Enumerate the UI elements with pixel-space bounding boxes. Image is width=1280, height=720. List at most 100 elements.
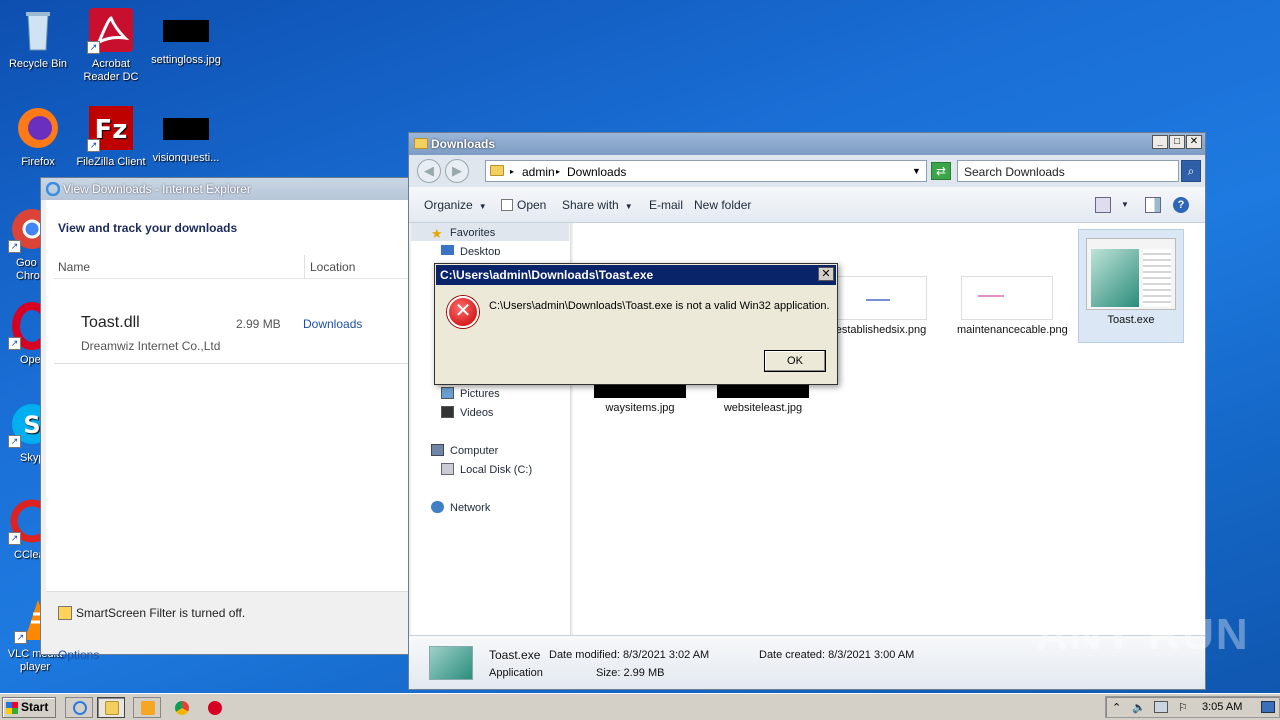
taskbar-media-player-button[interactable] <box>133 697 161 718</box>
email-button[interactable]: E-mail <box>649 198 683 212</box>
file-item[interactable]: maintenancecable.png <box>957 276 1068 336</box>
nav-computer[interactable]: Computer <box>431 444 498 457</box>
ok-button[interactable]: OK <box>764 350 826 372</box>
recycle-bin-icon <box>14 6 62 54</box>
search-input[interactable]: Search Downloads <box>957 160 1179 182</box>
action-center-flag-icon[interactable]: ⚐ <box>1178 701 1188 714</box>
file-name: websiteleast.jpg <box>723 402 803 414</box>
desktop-icon-firefox[interactable]: Firefox <box>0 104 76 169</box>
download-file-name: Toast.dll <box>81 314 140 331</box>
desktop-icon-settingloss[interactable]: settingloss.jpg <box>148 6 224 67</box>
chevron-down-icon[interactable]: ▼ <box>1121 200 1129 209</box>
folder-icon <box>414 138 428 149</box>
file-name: maintenancecable.png <box>957 324 1068 336</box>
preview-pane-icon[interactable] <box>1145 197 1161 213</box>
download-location-link[interactable]: Downloads <box>303 317 362 331</box>
error-dialog-title-bar[interactable]: C:\Users\admin\Downloads\Toast.exe ✕ <box>436 265 836 285</box>
desktop-icon-label: Recycle Bin <box>8 58 68 70</box>
back-button[interactable]: ◀ <box>417 159 441 183</box>
forward-button[interactable]: ▶ <box>445 159 469 183</box>
organize-button[interactable]: Organize ▼ <box>424 198 487 212</box>
nav-pictures[interactable]: Pictures <box>441 387 500 400</box>
nav-network[interactable]: Network <box>431 501 490 514</box>
desktop-icon-acrobat[interactable]: ↗ Acrobat Reader DC <box>73 6 149 84</box>
column-divider[interactable] <box>304 255 305 279</box>
image-thumbnail <box>835 276 927 320</box>
desktop-icon-chrome[interactable]: ↗ Goo Chro <box>0 205 40 283</box>
maximize-button[interactable]: □ <box>1169 135 1185 149</box>
clock[interactable]: 3:05 AM <box>1202 701 1242 713</box>
network-icon[interactable] <box>1154 701 1168 713</box>
shortcut-arrow-icon: ↗ <box>8 240 21 253</box>
acrobat-icon: ↗ <box>87 6 135 54</box>
open-button[interactable]: Open <box>501 198 546 212</box>
desktop-icon-recycle-bin[interactable]: Recycle Bin <box>0 6 76 71</box>
explorer-title-bar[interactable]: Downloads _ □ ✕ <box>409 133 1205 155</box>
details-file-name: Toast.exe <box>489 648 541 662</box>
pictures-icon <box>441 387 454 399</box>
filezilla-icon: Fz ↗ <box>87 104 135 152</box>
desktop-icon-opera[interactable]: ↗ Ope <box>0 302 40 367</box>
breadcrumb-admin[interactable]: admin <box>522 165 555 179</box>
desktop-icon-filezilla[interactable]: Fz ↗ FileZilla Client <box>73 104 149 169</box>
options-link[interactable]: Options <box>58 648 99 662</box>
view-icon[interactable] <box>1095 197 1111 213</box>
chevron-right-icon[interactable]: ▸ <box>510 167 514 176</box>
ie-icon <box>46 182 60 196</box>
volume-icon[interactable]: 🔈 <box>1132 701 1146 714</box>
column-location[interactable]: Location <box>310 260 355 274</box>
address-bar[interactable]: ▸ admin ▸ Downloads ▼ <box>485 160 927 182</box>
details-file-type: Application <box>489 667 543 679</box>
nav-desktop[interactable]: Desktop <box>441 245 500 255</box>
close-button[interactable]: ✕ <box>818 267 834 281</box>
opera-icon: ↗ <box>8 302 40 350</box>
ie-footer: SmartScreen Filter is turned off. Option… <box>46 591 411 662</box>
ie-title-bar[interactable]: View Downloads - Internet Explorer <box>41 178 411 200</box>
desktop-icon-visionquesti[interactable]: visionquesti... <box>148 104 224 165</box>
share-with-button[interactable]: Share with ▼ <box>562 198 633 212</box>
minimize-button[interactable]: _ <box>1152 135 1168 149</box>
image-thumbnail <box>163 20 209 42</box>
file-item-selected[interactable]: Toast.exe <box>1078 229 1184 343</box>
shortcut-arrow-icon: ↗ <box>8 337 21 350</box>
media-player-icon <box>141 701 155 715</box>
opera-icon <box>208 701 222 715</box>
taskbar-ie-button[interactable] <box>65 697 93 718</box>
nav-local-disk[interactable]: Local Disk (C:) <box>441 463 532 476</box>
desktop-icon-ccleaner[interactable]: ↗ CClea <box>0 497 40 562</box>
ccleaner-icon: ↗ <box>8 497 40 545</box>
nav-videos[interactable]: Videos <box>441 406 493 419</box>
error-dialog-title: C:\Users\admin\Downloads\Toast.exe <box>440 268 654 282</box>
desktop-icon-label: Goo Chro <box>16 257 40 282</box>
shortcut-arrow-icon: ↗ <box>8 435 21 448</box>
download-file-size: 2.99 MB <box>236 317 281 331</box>
refresh-button[interactable]: ⇄ <box>931 162 951 180</box>
close-button[interactable]: ✕ <box>1186 135 1202 149</box>
details-size: Size: 2.99 MB <box>596 667 665 679</box>
search-icon[interactable]: ⌕ <box>1181 160 1201 182</box>
svg-text:S: S <box>23 411 40 439</box>
taskbar: Start ⌃ 🔈 ⚐ 3:05 AM <box>0 693 1280 720</box>
file-name: Toast.exe <box>1107 314 1155 326</box>
file-name: waysitems.jpg <box>605 402 675 414</box>
show-hidden-icons-icon[interactable]: ⌃ <box>1112 701 1121 714</box>
downloads-column-header: Name Location <box>54 255 411 279</box>
chevron-right-icon[interactable]: ▸ <box>556 167 560 176</box>
desktop-icon-skype[interactable]: S ↗ Skyp <box>0 400 40 465</box>
shield-icon <box>58 606 72 620</box>
chevron-down-icon[interactable]: ▼ <box>912 166 921 176</box>
breadcrumb-downloads[interactable]: Downloads <box>567 165 626 179</box>
ie-downloads-body: View and track your downloads Name Locat… <box>46 200 411 662</box>
taskbar-opera-button[interactable] <box>200 697 228 718</box>
show-desktop-icon[interactable] <box>1261 701 1275 713</box>
chrome-icon: ↗ <box>8 205 40 253</box>
taskbar-explorer-button[interactable] <box>97 697 125 718</box>
help-icon[interactable]: ? <box>1173 197 1189 213</box>
taskbar-chrome-button[interactable] <box>167 697 195 718</box>
start-button[interactable]: Start <box>2 697 56 718</box>
new-folder-button[interactable]: New folder <box>694 198 751 212</box>
column-name[interactable]: Name <box>58 260 90 274</box>
ie-window-title: View Downloads - Internet Explorer <box>63 182 251 196</box>
nav-favorites[interactable]: ★ Favorites <box>431 226 495 241</box>
file-item[interactable]: establishedsix.png <box>831 276 931 336</box>
